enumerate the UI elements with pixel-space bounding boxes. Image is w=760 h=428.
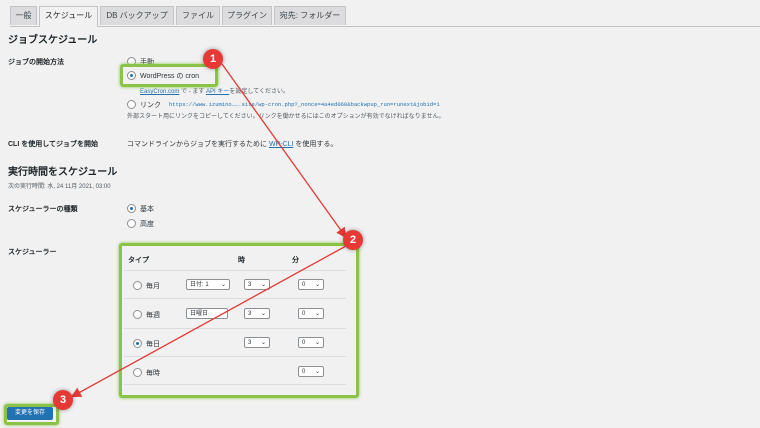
step-badge-3: 3 [53, 390, 73, 410]
step-badge-2: 2 [343, 230, 363, 250]
annotation-arrows [70, 63, 347, 398]
step-badge-1: 1 [203, 49, 223, 69]
arrow-1-to-2 [221, 63, 347, 239]
arrow-2-to-3 [70, 245, 347, 398]
